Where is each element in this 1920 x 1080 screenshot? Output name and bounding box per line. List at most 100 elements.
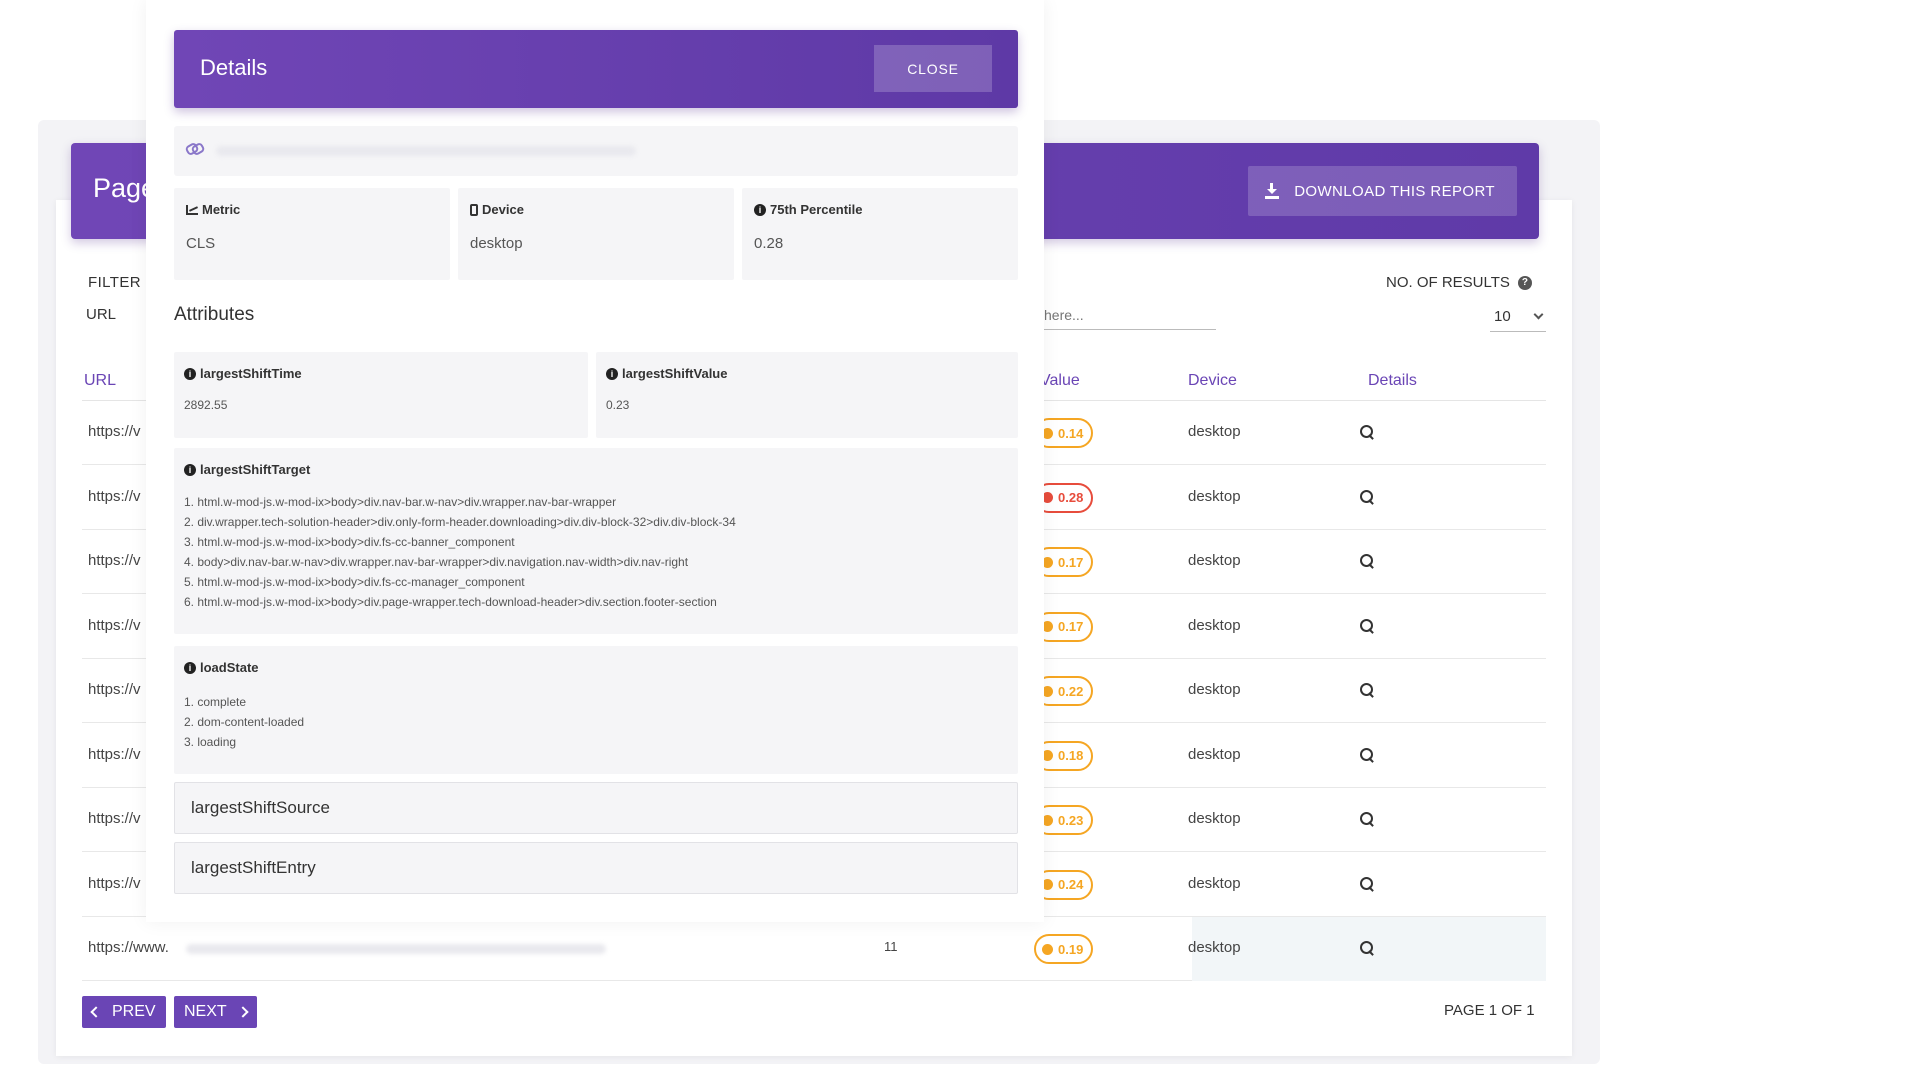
link-icon <box>186 144 200 154</box>
row-url[interactable]: https://v <box>88 488 141 505</box>
attributes-heading: Attributes <box>174 304 255 325</box>
device-value: desktop <box>470 235 523 252</box>
largest-shift-source-toggle[interactable]: largestShiftSource <box>174 782 1018 834</box>
list-item: 3. loading <box>184 735 237 749</box>
results-count-label: NO. OF RESULTS ? <box>1386 274 1532 291</box>
score-value: 0.22 <box>1058 683 1084 699</box>
list-item: 1. html.w-mod-js.w-mod-ix>body>div.nav-b… <box>184 495 617 509</box>
device-icon <box>470 203 478 216</box>
percentile-label: i 75th Percentile <box>754 202 863 217</box>
row-device: desktop <box>1188 423 1241 440</box>
search-icon[interactable] <box>1360 489 1374 504</box>
page-indicator: PAGE 1 OF 1 <box>1444 1002 1535 1019</box>
results-count-value: 10 <box>1494 308 1511 325</box>
status-dot-icon <box>1042 943 1053 955</box>
largest-shift-time-label: i largestShiftTime <box>184 366 302 381</box>
score-value: 0.23 <box>1058 812 1084 828</box>
device-label: Device <box>470 202 524 217</box>
column-header-device[interactable]: Device <box>1188 372 1237 390</box>
device-label-text: Device <box>482 202 524 217</box>
row-url[interactable]: https://v <box>88 681 141 698</box>
search-icon[interactable] <box>1360 554 1374 568</box>
results-count-select[interactable]: 10 <box>1490 302 1546 332</box>
largest-shift-entry-toggle[interactable]: largestShiftEntry <box>174 842 1018 894</box>
redacted-url <box>186 944 606 954</box>
info-icon: i <box>184 661 196 674</box>
list-item: 2. dom-content-loaded <box>184 715 305 729</box>
largest-shift-target-box: i largestShiftTarget 1. html.w-mod-js.w-… <box>174 448 1018 634</box>
metric-box: Metric CLS <box>174 188 450 280</box>
search-icon[interactable] <box>1360 618 1374 633</box>
row-count: 11 <box>884 939 898 954</box>
chevron-left-icon <box>90 1006 102 1018</box>
search-icon[interactable] <box>1360 683 1374 697</box>
search-icon[interactable] <box>1360 812 1374 826</box>
info-icon: i <box>754 203 766 216</box>
search-input[interactable] <box>1044 300 1216 330</box>
list-item: 1. complete <box>184 695 247 709</box>
row-url[interactable]: https://www. <box>88 939 169 956</box>
metric-value: CLS <box>186 235 216 252</box>
row-device: desktop <box>1188 681 1241 698</box>
close-button[interactable]: CLOSE <box>874 45 992 92</box>
row-url[interactable]: https://v <box>88 810 141 827</box>
download-report-label: DOWNLOAD THIS REPORT <box>1294 182 1495 200</box>
prev-page-button[interactable]: PREV <box>82 996 166 1028</box>
search-icon[interactable] <box>1360 747 1374 762</box>
info-icon: i <box>606 367 618 380</box>
next-label: NEXT <box>184 1003 227 1020</box>
modal-header: Details CLOSE <box>174 30 1018 108</box>
row-url[interactable]: https://v <box>88 746 141 763</box>
largest-shift-time-value: 2892.55 <box>184 398 228 412</box>
percentile-box: i 75th Percentile 0.28 <box>742 188 1018 280</box>
score-value: 0.18 <box>1058 748 1084 763</box>
largest-shift-value-box: i largestShiftValue 0.23 <box>596 352 1018 438</box>
chart-icon <box>186 204 198 215</box>
load-state-list: 1. complete 2. dom-content-loaded 3. loa… <box>184 692 304 752</box>
chevron-right-icon <box>237 1006 249 1018</box>
score-value: 0.28 <box>1058 490 1084 505</box>
largest-shift-time-box: i largestShiftTime 2892.55 <box>174 352 588 438</box>
column-header-value[interactable]: Value <box>1040 372 1080 390</box>
download-report-button[interactable]: DOWNLOAD THIS REPORT <box>1248 166 1517 216</box>
percentile-value: 0.28 <box>754 235 784 252</box>
help-icon[interactable]: ? <box>1517 275 1532 290</box>
column-header-url[interactable]: URL <box>84 372 116 390</box>
row-url[interactable]: https://v <box>88 423 141 440</box>
row-url[interactable]: https://v <box>88 875 141 892</box>
search-icon[interactable] <box>1360 876 1374 891</box>
search-icon[interactable] <box>1360 425 1374 439</box>
load-state-label-text: loadState <box>200 660 259 675</box>
column-header-details: Details <box>1368 372 1417 389</box>
table-row: https://www. 11 0.19 desktop <box>82 917 1546 981</box>
largest-shift-value-label-text: largestShiftValue <box>622 366 728 381</box>
chevron-down-icon <box>1533 309 1544 320</box>
list-item: 2. div.wrapper.tech-solution-header>div.… <box>184 515 736 529</box>
metric-label: Metric <box>186 202 240 217</box>
row-device: desktop <box>1188 939 1241 956</box>
prev-label: PREV <box>112 1003 156 1020</box>
score-value: 0.19 <box>1058 941 1084 957</box>
filter-field-select[interactable]: URL <box>86 306 116 323</box>
modal-title: Details <box>200 55 268 80</box>
score-value: 0.17 <box>1058 554 1084 570</box>
row-device: desktop <box>1188 487 1241 505</box>
largest-shift-value-label: i largestShiftValue <box>606 366 727 381</box>
list-item: 6. html.w-mod-js.w-mod-ix>body>div.page-… <box>184 595 717 609</box>
search-icon[interactable] <box>1360 941 1374 955</box>
list-item: 5. html.w-mod-js.w-mod-ix>body>div.fs-cc… <box>184 575 525 589</box>
metric-label-text: Metric <box>202 202 241 217</box>
redacted-url <box>216 146 636 156</box>
row-device: desktop <box>1188 616 1241 634</box>
score-value: 0.17 <box>1058 619 1084 634</box>
row-url[interactable]: https://v <box>88 617 141 634</box>
info-icon: i <box>184 463 196 476</box>
percentile-label-text: 75th Percentile <box>770 202 863 217</box>
largest-shift-target-list: 1. html.w-mod-js.w-mod-ix>body>div.nav-b… <box>184 492 736 612</box>
row-url[interactable]: https://v <box>88 552 141 569</box>
largest-shift-target-label-text: largestShiftTarget <box>200 462 311 477</box>
page-url-bar <box>174 126 1018 176</box>
filter-label: FILTER <box>88 274 141 291</box>
next-page-button[interactable]: NEXT <box>174 996 257 1028</box>
score-badge: 0.19 <box>1034 934 1094 964</box>
